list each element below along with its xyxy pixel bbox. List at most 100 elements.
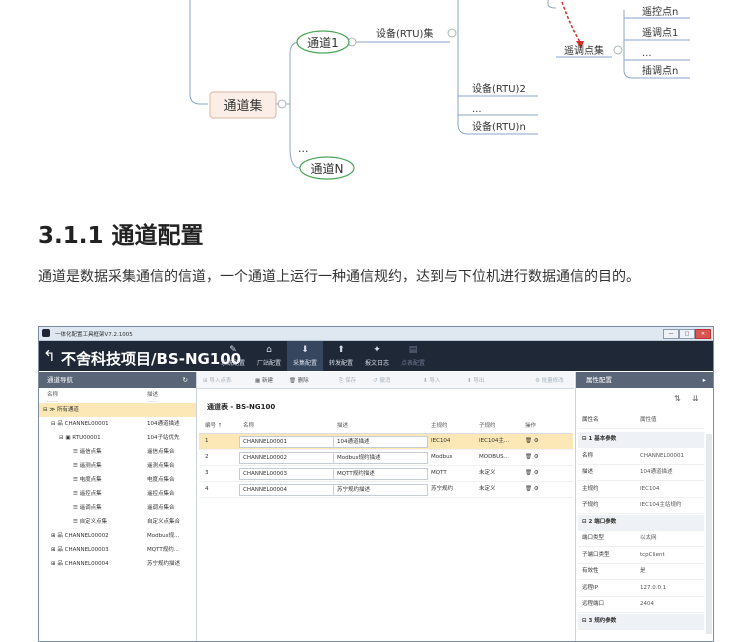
property-value: IEC104主站规约 xyxy=(640,502,682,508)
property-row[interactable]: 子规约 IEC104主站规约 xyxy=(578,498,704,514)
property-row[interactable]: 有效性 是 xyxy=(578,564,704,580)
toolbar-button[interactable]: 🗑 删除 xyxy=(289,376,309,384)
grid-header: 编号 ↑ 名称 描述 主规约 子规约 操作 xyxy=(199,419,573,434)
cell-name: CHANNEL00004 xyxy=(239,484,334,496)
tree-item[interactable]: ⊟ ▣ RTU00001 104子站优先 xyxy=(39,431,196,445)
nav-system-config[interactable]: ✎ 系统配置 xyxy=(215,341,251,371)
deviceset-trunk xyxy=(457,0,538,135)
tree-item-name: ☰ 遥控点集 xyxy=(73,491,102,497)
tree-item[interactable]: ☰ 遥测点集 遥测点集合 xyxy=(39,459,196,473)
cell-ops[interactable]: 🗑 ⚙ xyxy=(525,450,539,465)
remote-control-label: 遥控点n xyxy=(642,5,678,18)
left-panel-title: 通道导航 xyxy=(47,376,73,384)
property-row[interactable]: 子端口类型 tcpClient xyxy=(578,548,704,564)
property-row[interactable]: 主规约 IEC104 xyxy=(578,482,704,498)
tree-item[interactable]: ⊟ 品 CHANNEL00001 104通道描述 xyxy=(39,417,196,431)
toolbar-button[interactable]: ↺ 撤消 xyxy=(373,376,390,384)
tree-item[interactable]: ⊞ 品 CHANNEL00003 MQTT规约... xyxy=(39,543,196,557)
toolbar-button[interactable]: ▦ 新建 xyxy=(255,376,273,384)
property-group[interactable]: ⊟ 2 端口参数 xyxy=(578,514,704,531)
toolbar-button[interactable]: ⬆ 导出 xyxy=(467,376,484,384)
cell-no: 1 xyxy=(205,438,209,444)
nav-station-config[interactable]: ⌂ 厂站配置 xyxy=(251,341,287,371)
table-row[interactable]: 3 CHANNEL00003 MQTT规约描述 MQTT 未定义 🗑 ⚙ xyxy=(199,466,573,482)
property-row[interactable]: 远程IP 127.0.0.1 xyxy=(578,581,704,597)
app-logo-icon xyxy=(42,329,50,337)
nav-label: 点表配置 xyxy=(400,360,425,367)
cell-desc: Modbus规约描述 xyxy=(333,452,428,464)
tree-item[interactable]: ⊞ 品 CHANNEL00004 苏宁规约描述 xyxy=(39,557,196,571)
tree-item[interactable]: ⊟ ≫ 所有通道 xyxy=(39,403,196,417)
center-toolbar: ⊞ 导入点表 ▦ 新建 🗑 删除 ⎘ 保存 ↺ 撤消 ⬇ 导入 ⬆ 导出 ⚙ 批量修改 xyxy=(197,372,574,389)
toolbar-button[interactable]: ⊞ 导入点表 xyxy=(203,376,231,384)
tree-item-desc: 104子站优先 xyxy=(147,435,180,441)
col-name: 名称 xyxy=(47,389,59,402)
tree-item-desc: 自定义点集合 xyxy=(147,519,181,525)
close-button[interactable]: ✕ xyxy=(695,329,711,339)
cell-sub: MODBUS... xyxy=(479,454,509,460)
property-value: 104通道描述 xyxy=(640,469,673,475)
sort-category-icon[interactable]: ⇅ xyxy=(674,394,681,403)
tree-item[interactable]: ☰ 遥信点集 遥信点集合 xyxy=(39,445,196,459)
cell-ops[interactable]: 🗑 ⚙ xyxy=(525,466,539,481)
nav-message-log[interactable]: ✦ 报文日志 xyxy=(359,341,395,371)
toolbar-button[interactable]: ⚙ 批量修改 xyxy=(535,376,564,384)
cell-main: MQTT xyxy=(431,470,447,476)
table-row[interactable]: 4 CHANNEL00004 苏宁规约描述 苏宁规约 未定义 🗑 ⚙ xyxy=(199,482,573,498)
table-row[interactable]: 1 CHANNEL00001 104通道描述 IEC104 IEC104主... 🗑 ⚙ xyxy=(199,434,573,450)
tree-item-name: ⊞ 品 CHANNEL00004 xyxy=(51,561,109,567)
nav-forward-config[interactable]: ⬆ 转发配置 xyxy=(323,341,359,371)
nav-label: 报文日志 xyxy=(364,360,389,367)
tree-item-desc: 遥调点集合 xyxy=(147,505,175,511)
tree-item-name: ⊟ ≫ 所有通道 xyxy=(43,407,79,413)
collapse-circle xyxy=(613,45,623,55)
back-arrow-icon[interactable]: ↰ xyxy=(43,347,56,365)
maximize-button[interactable]: □ xyxy=(679,329,695,339)
property-header-row: 属性名 属性值 xyxy=(578,413,704,429)
cell-ops[interactable]: 🗑 ⚙ xyxy=(525,434,539,449)
toolbar-button[interactable]: ⬇ 导入 xyxy=(423,376,440,384)
tree-item[interactable]: ⊞ 品 CHANNEL00002 Modbus规... xyxy=(39,529,196,543)
tree-item[interactable]: ☰ 遥调点集 遥调点集合 xyxy=(39,501,196,515)
tree-item-desc: 遥信点集合 xyxy=(147,449,175,455)
property-value: IEC104 xyxy=(640,485,660,492)
nav-collect-config[interactable]: ⬇ 采集配置 xyxy=(287,341,323,371)
right-panel-header: 属性配置 ▸ xyxy=(576,372,713,388)
interp-n-label: 插调点n xyxy=(642,64,678,77)
cell-name: CHANNEL00003 xyxy=(239,468,334,480)
tree-item[interactable]: ☰ 自定义点集 自定义点集合 xyxy=(39,515,196,529)
nav-point-config[interactable]: ▤ 点表配置 xyxy=(395,341,431,371)
property-scrollbar[interactable] xyxy=(706,434,712,634)
sort-alpha-icon[interactable]: ⇊ xyxy=(692,394,699,403)
property-row[interactable]: 描述 104通道描述 xyxy=(578,465,704,481)
col-no[interactable]: 编号 ↑ xyxy=(205,419,222,433)
col-ops: 操作 xyxy=(525,423,537,429)
property-row[interactable]: 端口类型 以太网 xyxy=(578,531,704,547)
ellipsis-label: ... xyxy=(642,48,652,59)
cell-sub: IEC104主... xyxy=(479,438,510,444)
toolbar-button[interactable]: ⎘ 保存 xyxy=(339,376,356,385)
refresh-icon[interactable]: ↻ xyxy=(183,372,188,388)
cell-sub: 未定义 xyxy=(479,470,496,476)
property-row[interactable]: 名称 CHANNEL00001 xyxy=(578,449,704,465)
col-name: 名称 xyxy=(243,423,255,429)
prop-value-header: 属性值 xyxy=(640,417,657,423)
app-header: ↰ 不舍科技项目/BS-NG100 ✎ 系统配置 ⌂ 厂站配置 ⬇ 采集配置 ⬆ 转发配… xyxy=(39,341,713,371)
wrench-icon: ✎ xyxy=(229,345,237,355)
collapse-arrow-icon[interactable]: ▸ xyxy=(703,372,706,388)
property-row[interactable]: 远程端口 2404 xyxy=(578,597,704,613)
property-group[interactable]: ⊟ 1 基本参数 xyxy=(578,432,704,448)
property-value: 2404 xyxy=(640,601,654,607)
tree-item-desc: 遥控点集合 xyxy=(147,491,175,497)
tree-item[interactable]: ☰ 遥控点集 遥控点集合 xyxy=(39,487,196,501)
tree-item[interactable]: ☰ 电度点集 电度点集合 xyxy=(39,473,196,487)
minimize-button[interactable]: — xyxy=(663,329,679,339)
top-right-connector xyxy=(547,0,557,9)
table-row[interactable]: 2 CHANNEL00002 Modbus规约描述 Modbus MODBUS... 🗑 … xyxy=(199,450,573,466)
tree-item-name: ☰ 遥信点集 xyxy=(73,449,102,455)
property-name: 描述 xyxy=(582,469,594,475)
device-set-label: 设备(RTU)集 xyxy=(376,27,433,40)
property-group[interactable]: ⊟ 3 规约参数 xyxy=(578,613,704,630)
cell-ops[interactable]: 🗑 ⚙ xyxy=(525,482,539,497)
trunk-connector xyxy=(189,0,208,105)
